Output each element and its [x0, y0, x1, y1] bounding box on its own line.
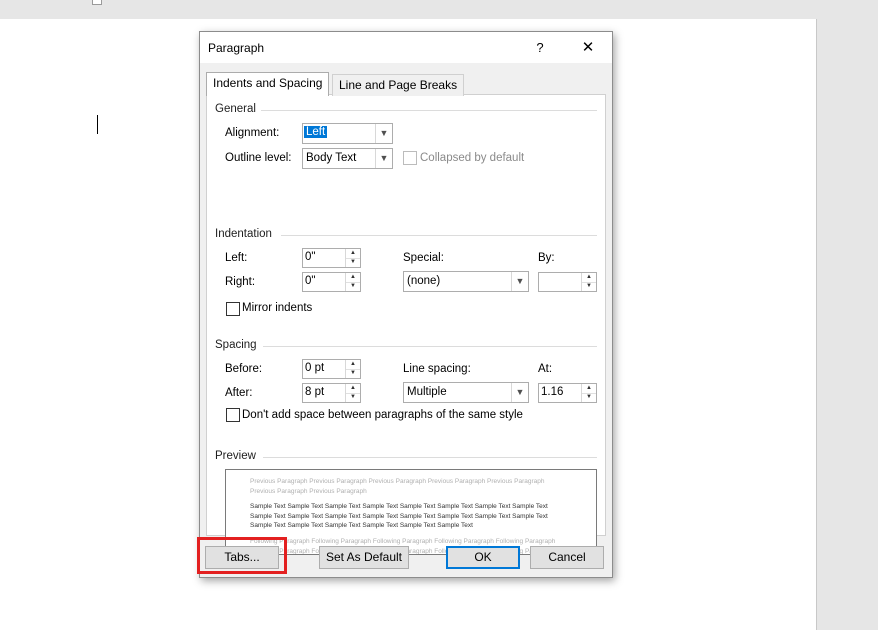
tab-indents-spacing[interactable]: Indents and Spacing [206, 72, 330, 96]
indent-left-spinner[interactable]: ▲▼ [302, 248, 361, 268]
collapsed-label: Collapsed by default [420, 152, 525, 164]
spin-down-icon[interactable]: ▼ [346, 282, 360, 291]
ruler-marker [92, 0, 102, 5]
indent-left-label: Left: [225, 252, 248, 264]
divider [263, 346, 597, 347]
line-spacing-label: Line spacing: [403, 363, 471, 375]
document-toolbar-strip [0, 0, 878, 19]
by-input[interactable] [541, 274, 579, 288]
chevron-down-icon: ▼ [375, 124, 392, 143]
outline-level-select[interactable]: Body Text ▼ [302, 148, 393, 169]
preview-sample-text: Sample Text Sample Text Sample Text Samp… [250, 503, 548, 530]
spin-down-icon[interactable]: ▼ [346, 393, 360, 402]
close-button[interactable]: ✕ [576, 38, 600, 58]
divider [281, 235, 597, 236]
by-spinner[interactable]: ▲ ▼ [538, 272, 597, 292]
special-select[interactable]: (none) ▼ [403, 271, 529, 292]
spin-down-icon[interactable]: ▼ [346, 258, 360, 267]
divider [261, 110, 597, 111]
text-cursor [97, 115, 98, 134]
indentation-section-title: Indentation [215, 228, 272, 240]
divider [263, 457, 597, 458]
special-value: (none) [407, 275, 441, 287]
mirror-indents-checkbox[interactable] [226, 302, 240, 316]
alignment-select[interactable]: Left ▼ [302, 123, 393, 144]
dialog-titlebar: Paragraph ? ✕ [200, 32, 612, 63]
highlight-box [197, 537, 287, 574]
spin-down-icon[interactable]: ▼ [582, 282, 596, 291]
alignment-value: Left [304, 126, 328, 138]
at-input[interactable] [541, 385, 579, 399]
before-input[interactable] [305, 361, 343, 375]
special-label: Special: [403, 252, 444, 264]
preview-previous-text: Previous Paragraph Previous Paragraph Pr… [250, 478, 545, 495]
collapsed-checkbox[interactable] [403, 151, 417, 165]
ok-button[interactable]: OK [446, 546, 520, 569]
set-as-default-button[interactable]: Set As Default [319, 546, 409, 569]
dialog-title: Paragraph [208, 41, 265, 55]
indent-right-spinner[interactable]: ▲▼ [302, 272, 361, 292]
chevron-down-icon: ▼ [511, 272, 528, 291]
spin-down-icon[interactable]: ▼ [582, 393, 596, 402]
preview-following-text: Following Paragraph Following Paragraph … [250, 538, 556, 555]
tab-line-page-breaks[interactable]: Line and Page Breaks [332, 74, 465, 96]
spin-down-icon[interactable]: ▼ [346, 369, 360, 378]
chevron-down-icon: ▼ [511, 383, 528, 402]
at-spinner[interactable]: ▲▼ [538, 383, 597, 403]
by-label: By: [538, 252, 555, 264]
tab-panel: General Alignment: Left ▼ Outline level:… [206, 94, 606, 555]
dont-add-space-checkbox[interactable] [226, 408, 240, 422]
cancel-button[interactable]: Cancel [530, 546, 604, 569]
line-spacing-select[interactable]: Multiple ▼ [403, 382, 529, 403]
outline-level-label: Outline level: [225, 152, 292, 164]
alignment-label: Alignment: [225, 127, 280, 139]
help-button[interactable]: ? [530, 38, 550, 58]
after-label: After: [225, 387, 253, 399]
chevron-down-icon: ▼ [375, 149, 392, 168]
paragraph-dialog: Paragraph ? ✕ General Alignment: Left ▼ … [199, 31, 613, 578]
indent-left-input[interactable] [305, 250, 343, 264]
before-label: Before: [225, 363, 263, 375]
after-input[interactable] [305, 385, 343, 399]
indent-right-input[interactable] [305, 274, 343, 288]
at-label: At: [538, 363, 553, 375]
dont-add-space-label: Don't add space between paragraphs of th… [242, 409, 523, 421]
general-section-title: General [215, 103, 256, 115]
before-spinner[interactable]: ▲▼ [302, 359, 361, 379]
outline-level-value: Body Text [306, 152, 357, 164]
spacing-section-title: Spacing [215, 339, 257, 351]
preview-section-title: Preview [215, 450, 256, 462]
line-spacing-value: Multiple [407, 386, 447, 398]
indent-right-label: Right: [225, 276, 256, 288]
after-spinner[interactable]: ▲▼ [302, 383, 361, 403]
mirror-indents-label: Mirror indents [242, 302, 313, 314]
